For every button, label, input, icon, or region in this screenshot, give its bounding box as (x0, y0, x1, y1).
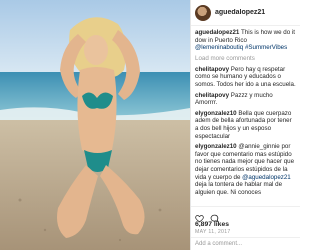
comment-mention[interactable]: @aguedalopez21 (242, 174, 291, 181)
action-bar (191, 206, 300, 222)
caption: aguedalopez21 This is how we do it dow i… (195, 29, 296, 52)
heart-icon[interactable] (195, 210, 204, 222)
comment-item: elygonzalez10 Bella que cuerpazo adem de… (195, 110, 296, 140)
comment-username[interactable]: chelitapovy (195, 66, 229, 73)
comment-item: chelitapovy Pazzz y mucho Amorrrr. (195, 92, 296, 107)
caption-hashtag[interactable]: #SummerVibes (245, 44, 287, 51)
post-photo[interactable] (0, 0, 190, 250)
comment-username[interactable]: elygonzalez10 (195, 110, 237, 117)
add-comment-input[interactable]: Add a comment... (191, 237, 300, 250)
comment-text-tail: deja la tontera de hablar mal de alguien… (195, 181, 283, 196)
comment-username[interactable]: chelitapovy (195, 92, 229, 99)
load-more-comments[interactable]: Load more comments (195, 55, 296, 62)
comment-item: chelitapovy Pero hay q respetar como se … (195, 66, 296, 89)
post-date: MAY 11, 2017 (195, 229, 231, 235)
comment-item: elygonzalez10 @annie_ginnie por favor qu… (195, 143, 296, 196)
likes-count[interactable]: 6,897 likes (191, 221, 300, 228)
post-header: aguedalopez21 (191, 0, 300, 26)
comment-icon[interactable] (210, 210, 219, 222)
comments-panel: aguedalopez21 aguedalopez21 This is how … (190, 0, 300, 250)
avatar[interactable] (195, 4, 211, 21)
caption-mention[interactable]: @lemeninaboutiq (195, 44, 243, 51)
header-username[interactable]: aguedalopez21 (215, 9, 265, 16)
comment-username[interactable]: elygonzalez10 (195, 143, 237, 150)
caption-username[interactable]: aguedalopez21 (195, 29, 239, 36)
comment-list: aguedalopez21 This is how we do it dow i… (191, 26, 300, 206)
instagram-post: aguedalopez21 aguedalopez21 This is how … (0, 0, 300, 250)
beach-photo-illustration (0, 0, 190, 250)
